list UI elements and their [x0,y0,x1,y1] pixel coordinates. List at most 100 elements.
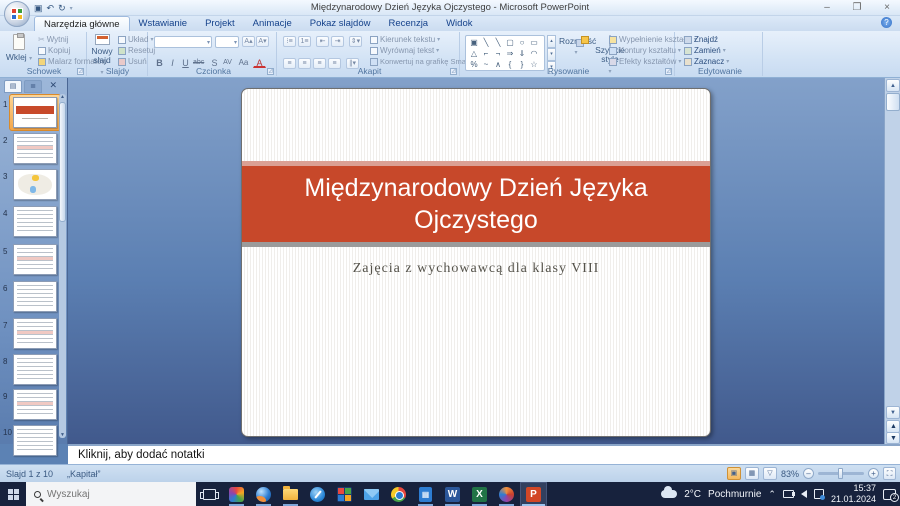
cut-button[interactable]: ✂ Wytnij [38,35,68,44]
slide-thumbnail-5[interactable] [13,244,57,275]
tab-design[interactable]: Projekt [196,16,244,30]
taskbar-media-player[interactable] [223,482,250,506]
bullets-button[interactable]: ⁝≡ [283,36,296,47]
shape-triangle-icon[interactable]: △ [468,48,480,59]
shape-down-arrow-icon[interactable]: ⇓ [516,48,528,59]
tab-animations[interactable]: Animacje [244,16,301,30]
help-icon[interactable]: ? [881,17,892,28]
shape-right-arrow-icon[interactable]: ⇒ [504,48,516,59]
select-button[interactable]: Zaznacz ▾ [684,57,729,66]
close-button[interactable]: × [880,2,894,13]
shape-picture-icon[interactable]: ▣ [468,37,480,48]
tray-weather-condition[interactable]: Pochmurnie [708,489,761,500]
taskbar-word[interactable]: W [439,482,466,506]
outline-tab[interactable]: ≣ [24,80,42,93]
copy-button[interactable]: Kopiuj [38,46,70,55]
zoom-out-button[interactable]: – [803,468,814,479]
search-input[interactable] [47,488,167,500]
font-name-combo[interactable]: ▾ [154,36,212,48]
clock[interactable]: 15:37 21.01.2024 [831,483,876,505]
taskbar-edge-browser[interactable] [250,482,277,506]
scroll-thumb[interactable] [886,93,900,111]
taskbar-powerpoint[interactable]: P [520,482,547,506]
weather-cloud-icon[interactable] [661,486,678,498]
fit-to-window-button[interactable]: ⛶ [883,467,896,480]
notifications-icon[interactable]: 2 [883,488,899,502]
scroll-up-icon[interactable]: ▲ [886,79,900,92]
align-text-button[interactable]: Wyrównaj tekst ▾ [370,46,439,55]
tab-view[interactable]: Widok [437,16,481,30]
tab-home[interactable]: Narzędzia główne [34,16,130,31]
slide-subtitle[interactable]: Zajęcia z wychowawcą dla klasy VIII [242,261,710,277]
shape-line-icon[interactable]: ╲ [480,37,492,48]
paragraph-dialog-launcher-icon[interactable]: ◿ [450,68,457,75]
title-banner[interactable]: Międzynarodowy Dzień Języka Ojczystego [242,166,710,242]
slide-canvas[interactable]: Międzynarodowy Dzień Języka Ojczystego Z… [241,88,711,437]
restore-button[interactable]: ❐ [850,2,864,13]
slide-title[interactable]: Międzynarodowy Dzień Języka Ojczystego [242,172,710,237]
replace-button[interactable]: Zamień ▾ [684,46,726,55]
tab-insert[interactable]: Wstawianie [130,16,197,30]
slide-thumbnail-4[interactable] [13,206,57,237]
slide-sorter-button[interactable]: ▦ [744,467,759,480]
shape-rectangle-icon[interactable]: ▢ [504,37,516,48]
paste-button[interactable]: Wklej ▾ [3,33,35,62]
slide-thumbnail-9[interactable] [13,389,57,420]
zoom-slider[interactable] [818,468,864,479]
taskbar-paint[interactable] [493,482,520,506]
taskbar-mail[interactable] [358,482,385,506]
slide-thumbnail-3[interactable] [13,169,57,200]
task-view-button[interactable] [196,482,223,506]
grow-font-button[interactable]: A▴ [242,36,255,47]
minimize-button[interactable]: – [820,2,834,13]
office-button[interactable] [4,1,30,27]
shape-outline-button[interactable]: Kontury kształtu ▾ [609,46,681,55]
numbering-button[interactable]: 1≡ [298,36,311,47]
slide-thumbnail-1[interactable] [13,97,57,128]
shapes-scroll-down-icon[interactable]: ▾ [547,48,556,61]
arrange-button[interactable]: Rozmieść▾ [559,36,596,56]
reset-button[interactable]: Resetuj [118,46,155,55]
layout-button[interactable]: Układ ▾ [118,35,153,44]
slide-thumbnail-7[interactable] [13,318,57,349]
taskbar-file-explorer[interactable] [277,482,304,506]
speaker-icon[interactable] [791,490,807,498]
taskbar-search[interactable] [26,482,196,506]
zoom-in-button[interactable]: + [868,468,879,479]
shape-effects-button[interactable]: Efekty kształtów ▾ [609,57,681,66]
slide-thumbnail-8[interactable] [13,354,57,385]
next-slide-button[interactable]: ▼▼ [886,432,900,454]
find-button[interactable]: Znajdź [684,35,718,44]
taskbar-calculator[interactable]: ▦ [412,482,439,506]
shape-elbow-arrow-icon[interactable]: ¬ [492,48,504,59]
notes-placeholder[interactable]: Kliknij, aby dodać notatki [78,449,205,461]
zoom-slider-knob[interactable] [838,468,843,479]
panel-scroll-up-icon[interactable]: ▲ [59,94,66,100]
shapes-scroll-up-icon[interactable]: ▴ [547,35,556,48]
scroll-down-icon[interactable]: ▼ [886,406,900,419]
font-dialog-launcher-icon[interactable]: ◿ [267,68,274,75]
taskbar-chrome[interactable] [385,482,412,506]
slide-thumbnail-2[interactable] [13,133,57,164]
shrink-font-button[interactable]: A▾ [256,36,269,47]
shape-arc-icon[interactable]: ◠ [528,48,540,59]
panel-close-icon[interactable]: ✕ [49,80,57,91]
text-direction-button[interactable]: Kierunek tekstu ▾ [370,35,440,44]
tab-slideshow[interactable]: Pokaz slajdów [301,16,380,30]
slide-thumbnail-10[interactable] [13,425,57,456]
shape-arrow-icon[interactable]: ╲ [492,37,504,48]
start-button[interactable] [0,482,26,506]
clipboard-dialog-launcher-icon[interactable]: ◿ [77,68,84,75]
taskbar-store[interactable] [331,482,358,506]
shape-rounded-rect-icon[interactable]: ▭ [528,37,540,48]
tab-review[interactable]: Recenzja [379,16,437,30]
slideshow-button[interactable]: ▽ [762,467,777,480]
panel-scroll-thumb[interactable] [59,102,66,222]
normal-view-button[interactable]: ▣ [726,467,741,480]
increase-indent-button[interactable]: ⇥ [331,36,344,47]
panel-scrollbar[interactable]: ▲ ▼ [59,94,66,438]
taskbar-compass-browser[interactable] [304,482,331,506]
decrease-indent-button[interactable]: ⇤ [316,36,329,47]
panel-scroll-down-icon[interactable]: ▼ [59,432,66,438]
slide-thumbnail-6[interactable] [13,281,57,312]
